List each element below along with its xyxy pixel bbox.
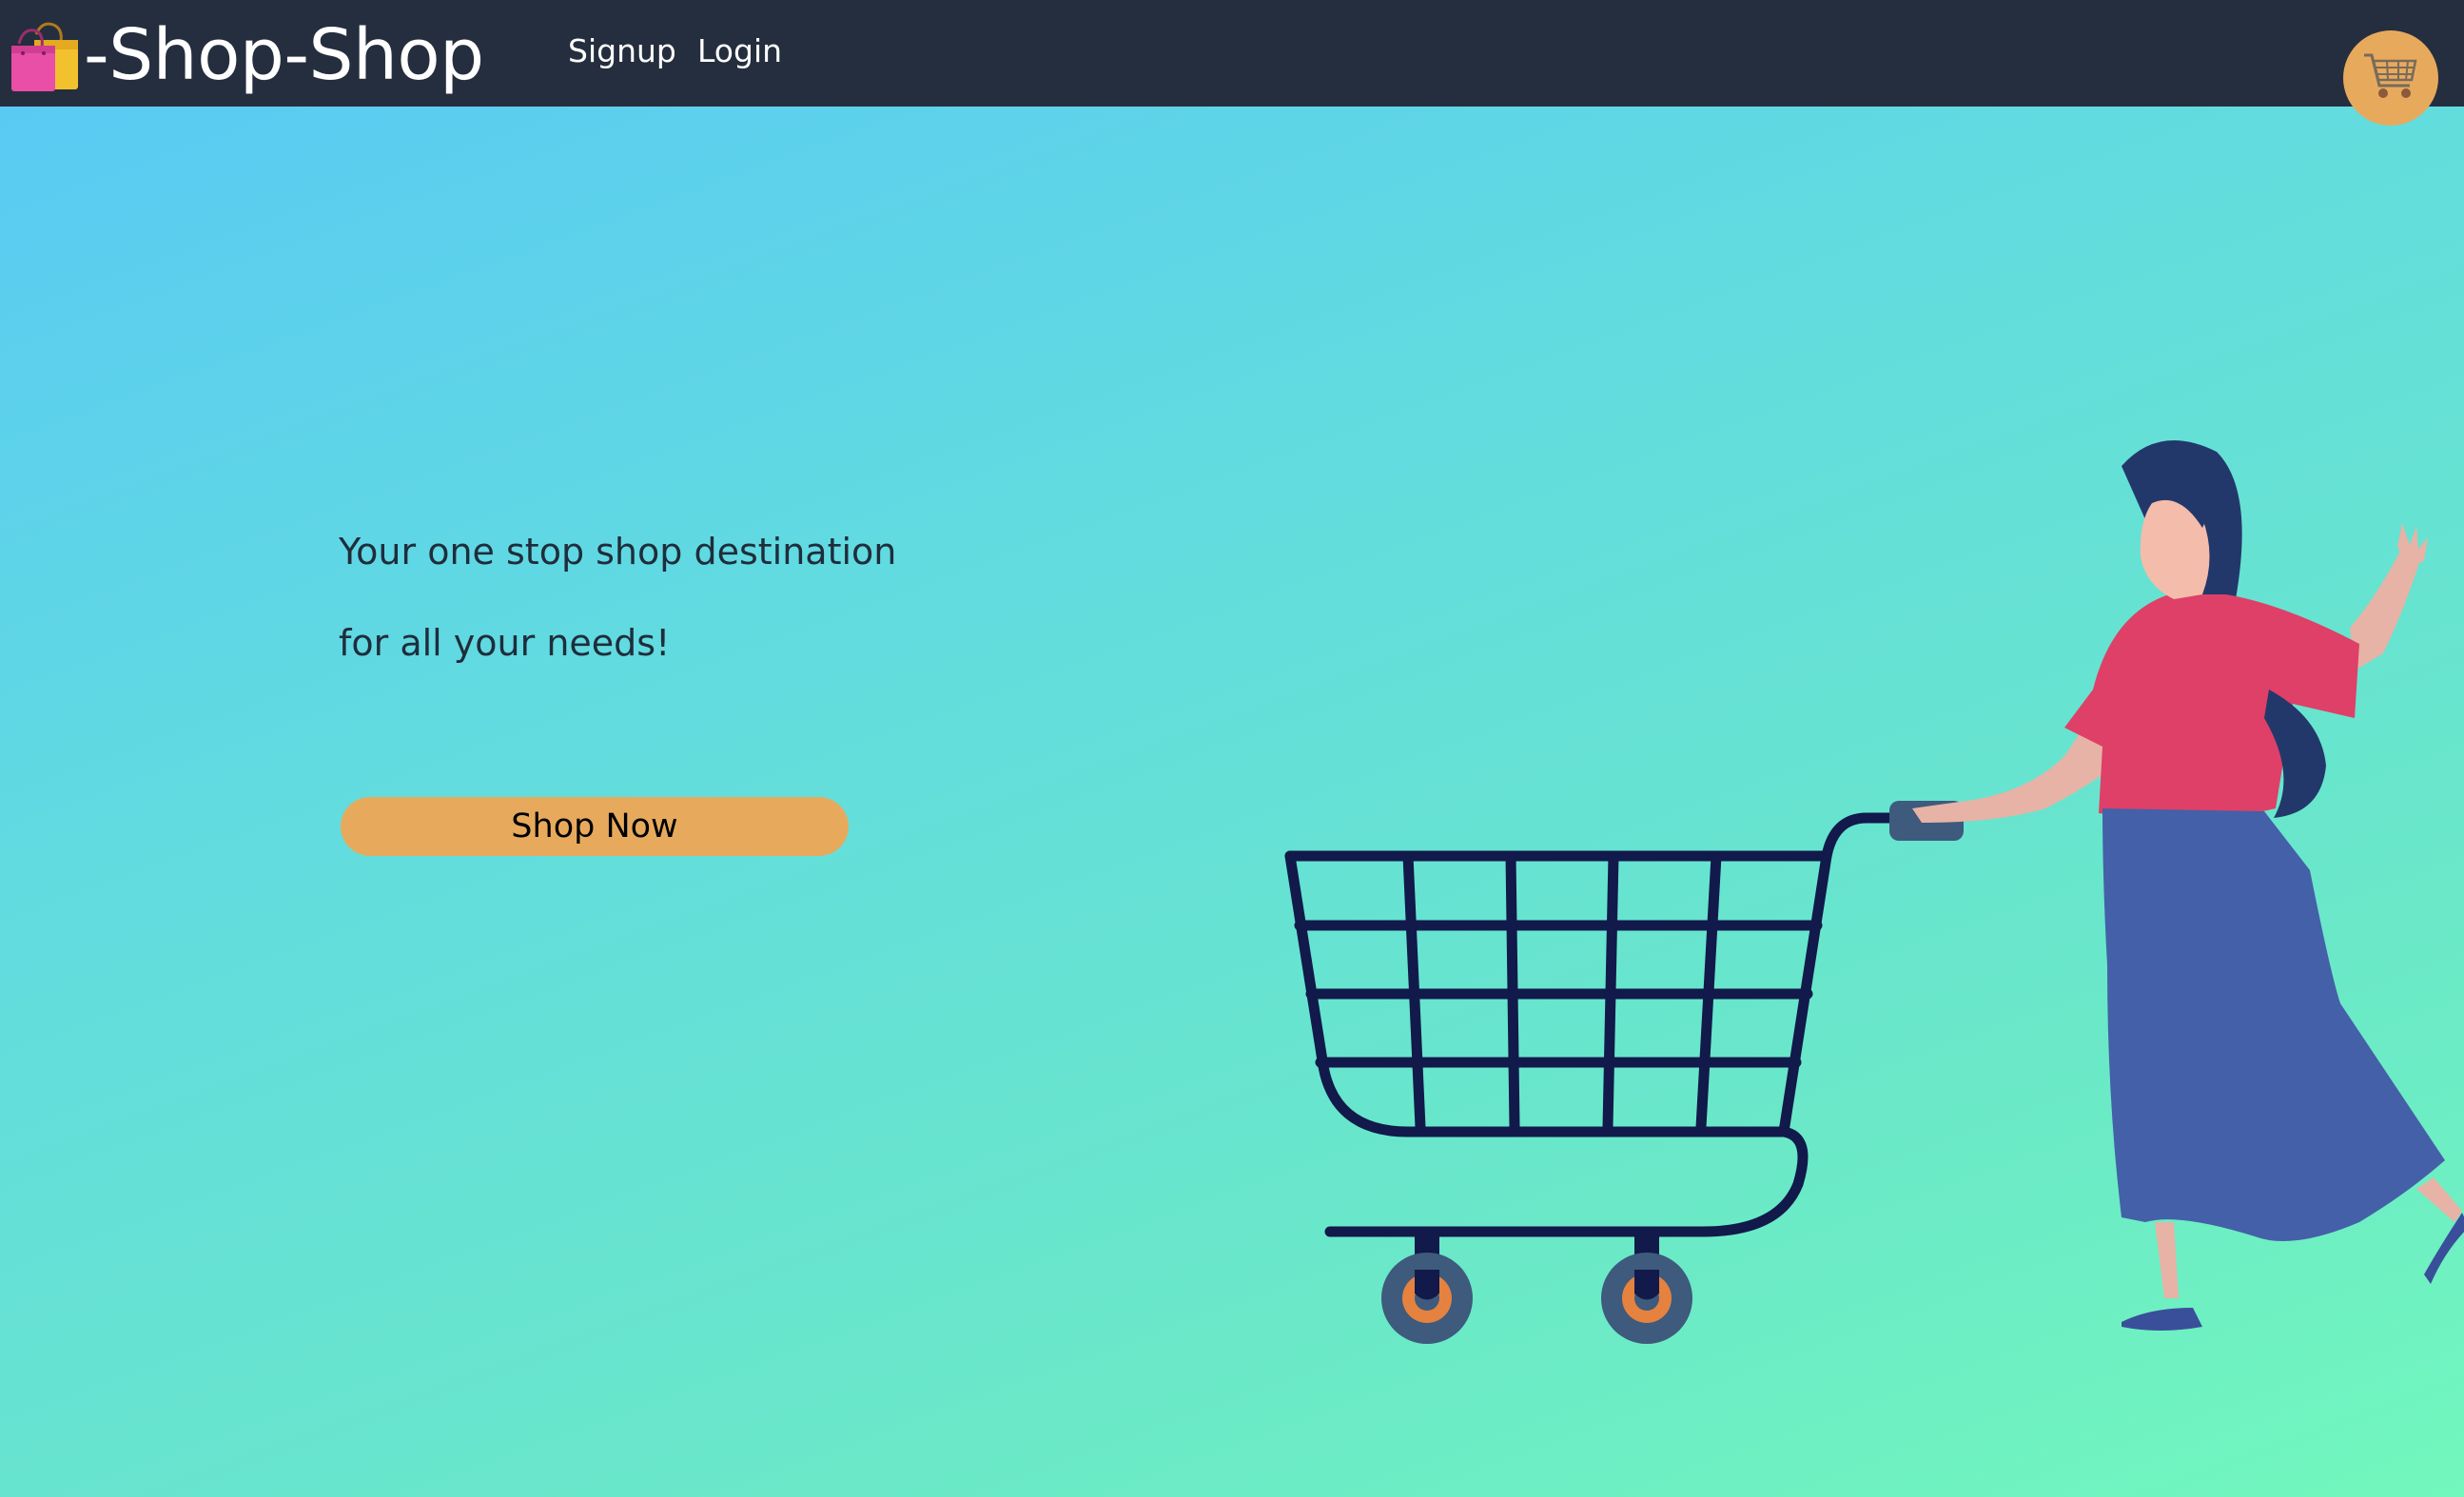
brand-title: -Shop-Shop <box>84 14 484 96</box>
cart-button[interactable] <box>2343 30 2438 126</box>
woman-with-cart-illustration <box>1265 433 2464 1346</box>
shopping-bags-icon <box>10 17 82 93</box>
brand-logo[interactable]: -Shop-Shop <box>10 8 484 103</box>
shop-now-button[interactable]: Shop Now <box>341 797 849 856</box>
shopping-cart-icon <box>2360 48 2421 108</box>
hero-tagline-line1: Your one stop shop destination <box>339 531 897 573</box>
nav-signup-link[interactable]: Signup <box>568 32 676 70</box>
nav-login-link[interactable]: Login <box>697 32 782 70</box>
hero-tagline-line2: for all your needs! <box>339 622 671 664</box>
top-navbar: -Shop-Shop Signup Login <box>0 0 2464 107</box>
